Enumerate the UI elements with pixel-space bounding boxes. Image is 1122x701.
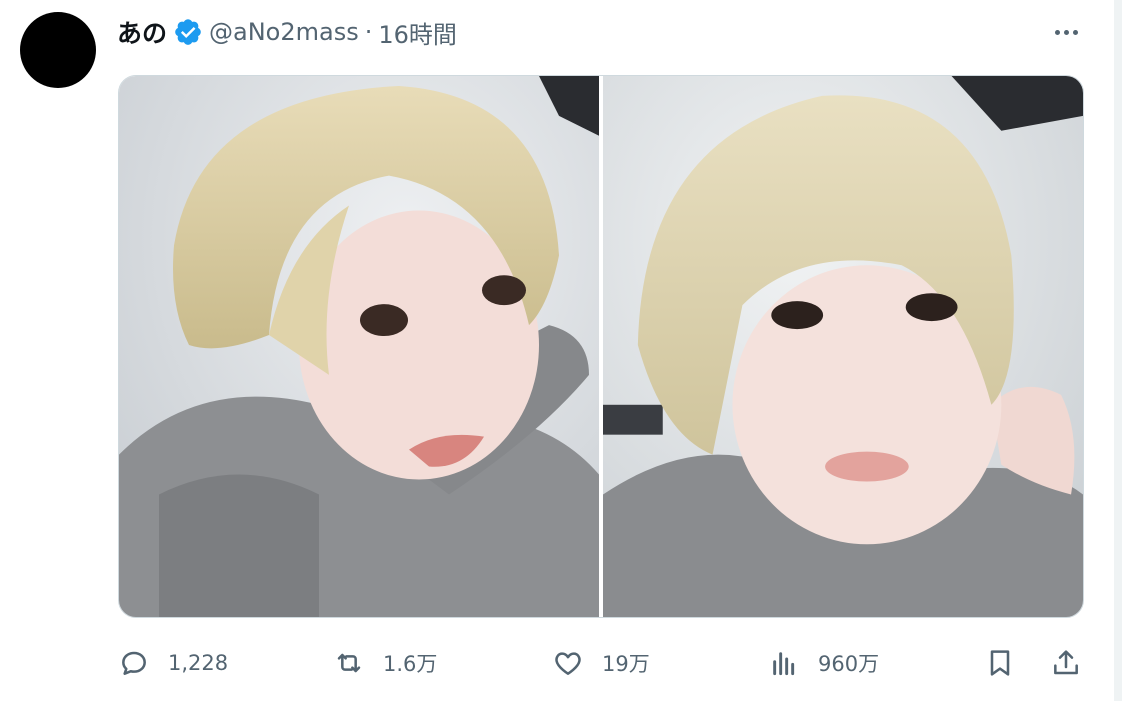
- share-button[interactable]: [1048, 645, 1084, 681]
- avatar[interactable]: [20, 12, 96, 88]
- tweet-header: あの @aNo2mass · 16時間: [117, 14, 457, 50]
- view-count: 960万: [818, 652, 880, 676]
- handle[interactable]: @aNo2mass: [209, 18, 359, 46]
- repost-button[interactable]: 1.6万: [333, 640, 437, 686]
- header-separator: ·: [364, 18, 373, 46]
- scrollbar-track[interactable]: [1114, 0, 1122, 701]
- views-chart-icon: [773, 652, 795, 676]
- verified-badge-icon[interactable]: [173, 17, 203, 47]
- bookmark-button[interactable]: [982, 645, 1018, 681]
- like-button[interactable]: 19万: [552, 640, 650, 686]
- media-grid: [118, 75, 1084, 618]
- timestamp[interactable]: 16時間: [378, 15, 457, 50]
- photo-2[interactable]: [603, 76, 1083, 617]
- like-count: 19万: [602, 652, 650, 676]
- repost-icon: [337, 653, 361, 673]
- repost-count: 1.6万: [383, 652, 438, 676]
- reply-count: 1,228: [168, 651, 229, 675]
- bookmark-icon: [990, 650, 1010, 676]
- photo-1[interactable]: [119, 76, 599, 617]
- action-bar: 1,228 1.6万 19万 960万: [0, 640, 1114, 686]
- tweet[interactable]: あの @aNo2mass · 16時間 1,228 1.6万 19万 960万: [0, 0, 1114, 701]
- share-icon: [1054, 650, 1078, 675]
- display-name[interactable]: あの: [117, 14, 167, 50]
- views-button[interactable]: 960万: [768, 640, 879, 686]
- page: あの @aNo2mass · 16時間 1,228 1.6万 19万 960万: [0, 0, 1122, 701]
- heart-icon: [555, 652, 581, 675]
- reply-button[interactable]: 1,228: [118, 640, 228, 686]
- reply-icon: [122, 651, 146, 675]
- more-dots-icon[interactable]: [1046, 18, 1086, 46]
